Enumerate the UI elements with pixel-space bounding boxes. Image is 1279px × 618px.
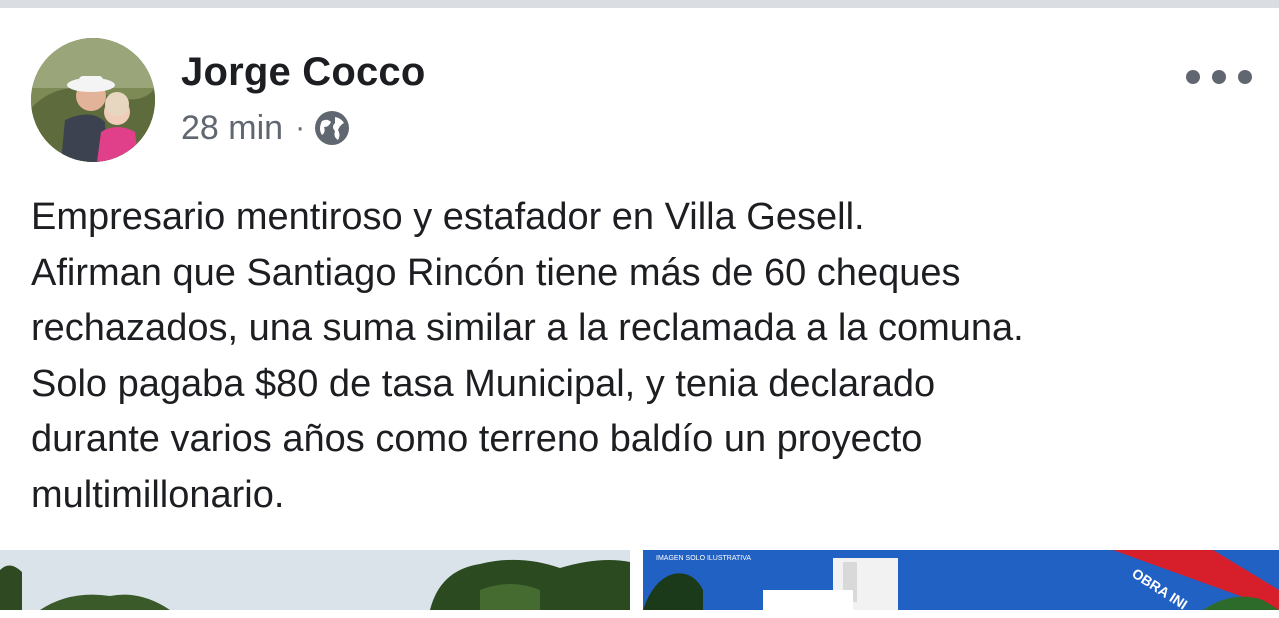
post-photo-1[interactable] [0,550,630,610]
photo-trees [0,550,630,610]
post-text-line: Solo pagaba $80 de tasa Municipal, y ten… [31,362,936,405]
author-name[interactable]: Jorge Cocco [181,50,426,95]
post-text-line: multimillonario. [31,473,285,516]
more-dot [1186,70,1200,84]
post-text-line: Empresario mentiroso y estafador en Vill… [31,196,865,238]
globe-icon[interactable] [313,109,351,147]
post-meta: 28 min · [181,108,351,148]
more-dot [1212,70,1226,84]
avatar-photo [31,38,155,162]
top-divider [0,0,1279,8]
more-dot [1238,70,1252,84]
post-timestamp[interactable]: 28 min [181,109,283,148]
post-text-line: Afirman que Santiago Rincón tiene más de… [31,251,961,294]
post-text-line: rechazados, una suma similar a la reclam… [31,307,1024,349]
meta-separator: · [295,111,306,144]
post-text-line: durante varios años como terreno baldío … [31,418,923,460]
post-body-text: Empresario mentiroso y estafador en Vill… [31,190,1261,523]
author-avatar[interactable] [31,38,155,162]
more-options-icon[interactable] [1186,62,1252,92]
photo-caption: IMAGEN SOLO ILUSTRATIVA [656,555,752,562]
